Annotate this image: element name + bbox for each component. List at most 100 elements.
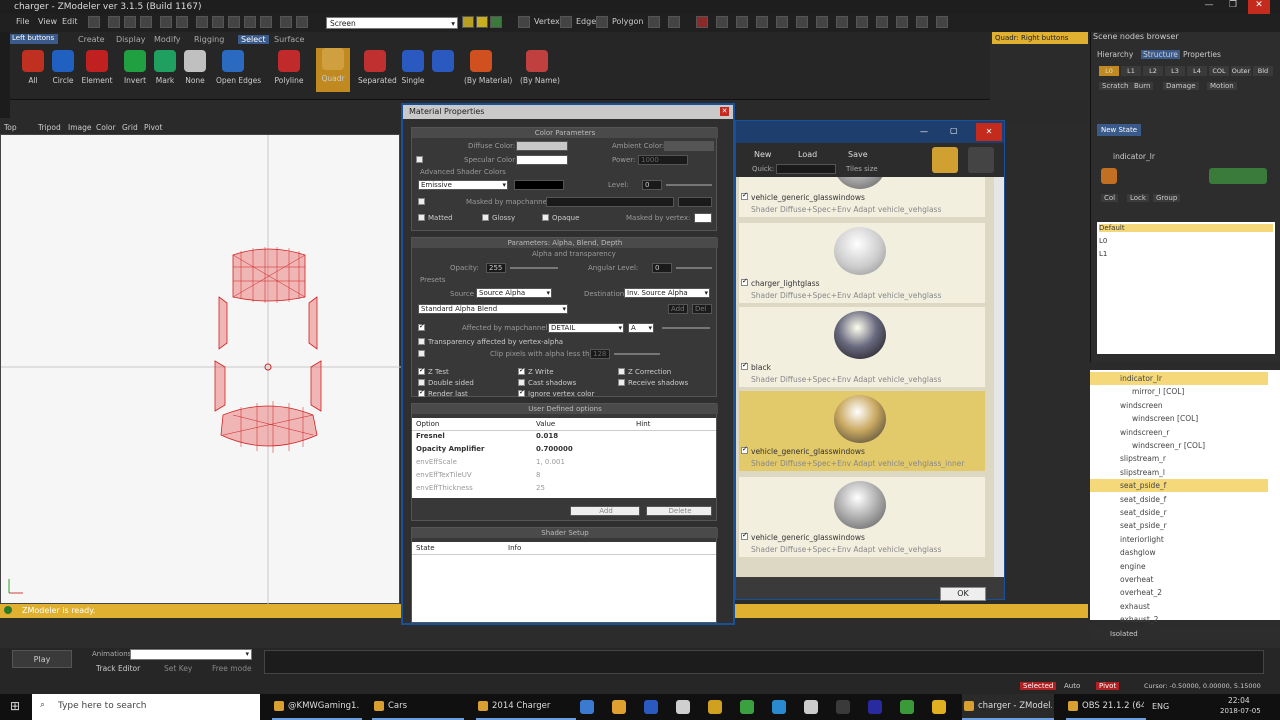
tree-node[interactable]: windscreen_r [COL]: [1090, 439, 1268, 452]
screen-select[interactable]: Screen ▾: [326, 17, 458, 29]
tool-icon[interactable]: [836, 16, 848, 28]
new-button[interactable]: New: [754, 150, 771, 159]
destination-select[interactable]: Inv. Source Alpha ▾: [624, 288, 710, 298]
pinned-app-icon[interactable]: [708, 700, 722, 714]
menu-file[interactable]: File: [16, 17, 29, 26]
tool-icon[interactable]: [876, 16, 888, 28]
flag-checkbox[interactable]: [418, 379, 425, 386]
panel-group-button[interactable]: Group: [1153, 194, 1181, 202]
dismiss-icon[interactable]: [1209, 168, 1267, 184]
panel-btn-damage[interactable]: Damage: [1163, 82, 1199, 90]
tree-node[interactable]: slipstream_l: [1090, 466, 1268, 479]
state-item[interactable]: L1: [1099, 250, 1273, 258]
masked-vertex-select[interactable]: [694, 213, 712, 223]
flag-checkbox[interactable]: [418, 388, 425, 397]
save-icon[interactable]: [140, 16, 152, 28]
lod-button-l2[interactable]: L2: [1143, 66, 1163, 76]
tool-open-edges-button[interactable]: Open Edges: [216, 50, 261, 85]
viewport-color[interactable]: Color: [96, 123, 116, 132]
align-icon[interactable]: [244, 16, 256, 28]
panel-tab-properties[interactable]: Properties: [1183, 50, 1221, 59]
preset-add-button[interactable]: Add: [668, 304, 688, 314]
tool-icon[interactable]: [736, 16, 748, 28]
material-checkbox[interactable]: [741, 361, 748, 370]
material-item[interactable]: black Shader Diffuse+Spec+Env Adapt vehic…: [739, 307, 985, 387]
tool-element-button[interactable]: Element: [80, 50, 114, 85]
panel-tab-hierarchy[interactable]: Hierarchy: [1097, 50, 1133, 59]
flag-checkbox[interactable]: [618, 368, 625, 375]
grid-icon[interactable]: [280, 16, 292, 28]
material-checkbox[interactable]: [741, 531, 748, 540]
tool-quadr-button[interactable]: Quadr: [316, 48, 350, 92]
pinned-app-icon[interactable]: [676, 700, 690, 714]
material-item[interactable]: vehicle_generic_glasswindows Shader Diffu…: [739, 177, 985, 217]
ribbon-tab-display[interactable]: Display: [116, 35, 146, 44]
taskbar-app[interactable]: 2014 Charger: [476, 694, 576, 720]
table-row[interactable]: Fresnel 0.018: [412, 432, 716, 445]
settings-icon[interactable]: [968, 147, 994, 173]
load-button[interactable]: Load: [798, 150, 817, 159]
clip-slider[interactable]: [614, 353, 660, 355]
play-button[interactable]: Play: [12, 650, 72, 668]
viewport-grid[interactable]: Grid: [122, 123, 138, 132]
tool-icon[interactable]: [856, 16, 868, 28]
panel-col-button[interactable]: Col: [1101, 194, 1119, 202]
viewport-tripod[interactable]: Tripod: [38, 123, 61, 132]
tool-icon[interactable]: [756, 16, 768, 28]
help-icon[interactable]: [88, 16, 100, 28]
tree-node[interactable]: exhaust: [1090, 600, 1268, 613]
axis-x-icon[interactable]: [462, 16, 474, 28]
tool-none-button[interactable]: None: [178, 50, 212, 85]
tool-icon[interactable]: [936, 16, 948, 28]
vertex-mode-icon[interactable]: [518, 16, 530, 28]
tool--by-name--button[interactable]: (By Name): [520, 50, 560, 85]
opacity-input[interactable]: 255: [486, 263, 506, 273]
redo-icon[interactable]: [176, 16, 188, 28]
transparency-vertex-checkbox[interactable]: [418, 338, 425, 345]
lod-button-outer[interactable]: Outer: [1231, 66, 1251, 76]
option-add-button[interactable]: Add: [570, 506, 640, 516]
preset-del-button[interactable]: Del: [692, 304, 712, 314]
tree-node[interactable]: slipstream_r: [1090, 452, 1268, 465]
material-item[interactable]: vehicle_generic_glasswindows Shader Diffu…: [739, 477, 985, 557]
ribbon-tab-modify[interactable]: Modify: [154, 35, 181, 44]
glossy-checkbox[interactable]: [482, 214, 489, 221]
tree-node[interactable]: seat_dside_f: [1090, 493, 1268, 506]
browser-maximize-icon[interactable]: ▢: [950, 126, 958, 135]
new-state-button[interactable]: New State: [1097, 124, 1141, 136]
lod-button-bld[interactable]: Bld: [1253, 66, 1273, 76]
timeline-track[interactable]: [264, 650, 1264, 674]
ribbon-tab-create[interactable]: Create: [78, 35, 105, 44]
dialog-close-icon[interactable]: ✕: [720, 107, 729, 116]
tree-node[interactable]: exhaust_2: [1090, 613, 1268, 626]
taskbar-app[interactable]: @KMWGaming1...: [272, 694, 362, 720]
table-row[interactable]: envEffScale 1, 0.001: [412, 458, 716, 471]
angular-slider[interactable]: [676, 267, 712, 269]
affected-slider[interactable]: [662, 327, 710, 329]
tree-node[interactable]: windscreen_r: [1090, 426, 1268, 439]
option-delete-button[interactable]: Delete: [646, 506, 712, 516]
selected-badge[interactable]: Selected: [1020, 682, 1057, 690]
move-icon[interactable]: [668, 16, 680, 28]
mode-polygon[interactable]: Polygon: [612, 17, 643, 26]
material-checkbox[interactable]: [741, 191, 748, 200]
tool-mark-button[interactable]: Mark: [148, 50, 182, 85]
pinned-app-icon[interactable]: [644, 700, 658, 714]
tool-icon[interactable]: [916, 16, 928, 28]
ambient-swatch[interactable]: [664, 141, 714, 151]
isolated-label[interactable]: Isolated: [1110, 630, 1138, 638]
record-icon[interactable]: [696, 16, 708, 28]
states-list[interactable]: Default L0 L1: [1097, 222, 1275, 354]
power-input[interactable]: 1000: [638, 155, 688, 165]
taskbar-app[interactable]: Cars: [372, 694, 464, 720]
save-button[interactable]: Save: [848, 150, 868, 159]
panel-lock-button[interactable]: Lock: [1127, 194, 1149, 202]
ribbon-tab-select[interactable]: Select: [238, 35, 269, 44]
search-box[interactable]: ⌕ Type here to search: [32, 694, 260, 720]
clock-date[interactable]: 2018-07-05: [1220, 707, 1261, 715]
select-icon[interactable]: [648, 16, 660, 28]
masked-map-select[interactable]: [546, 197, 674, 207]
node-tree[interactable]: indicator_lr mirror_l [COL] windscreen wind…: [1090, 370, 1280, 638]
language-indicator[interactable]: ENG: [1152, 702, 1169, 711]
tool-icon[interactable]: [796, 16, 808, 28]
